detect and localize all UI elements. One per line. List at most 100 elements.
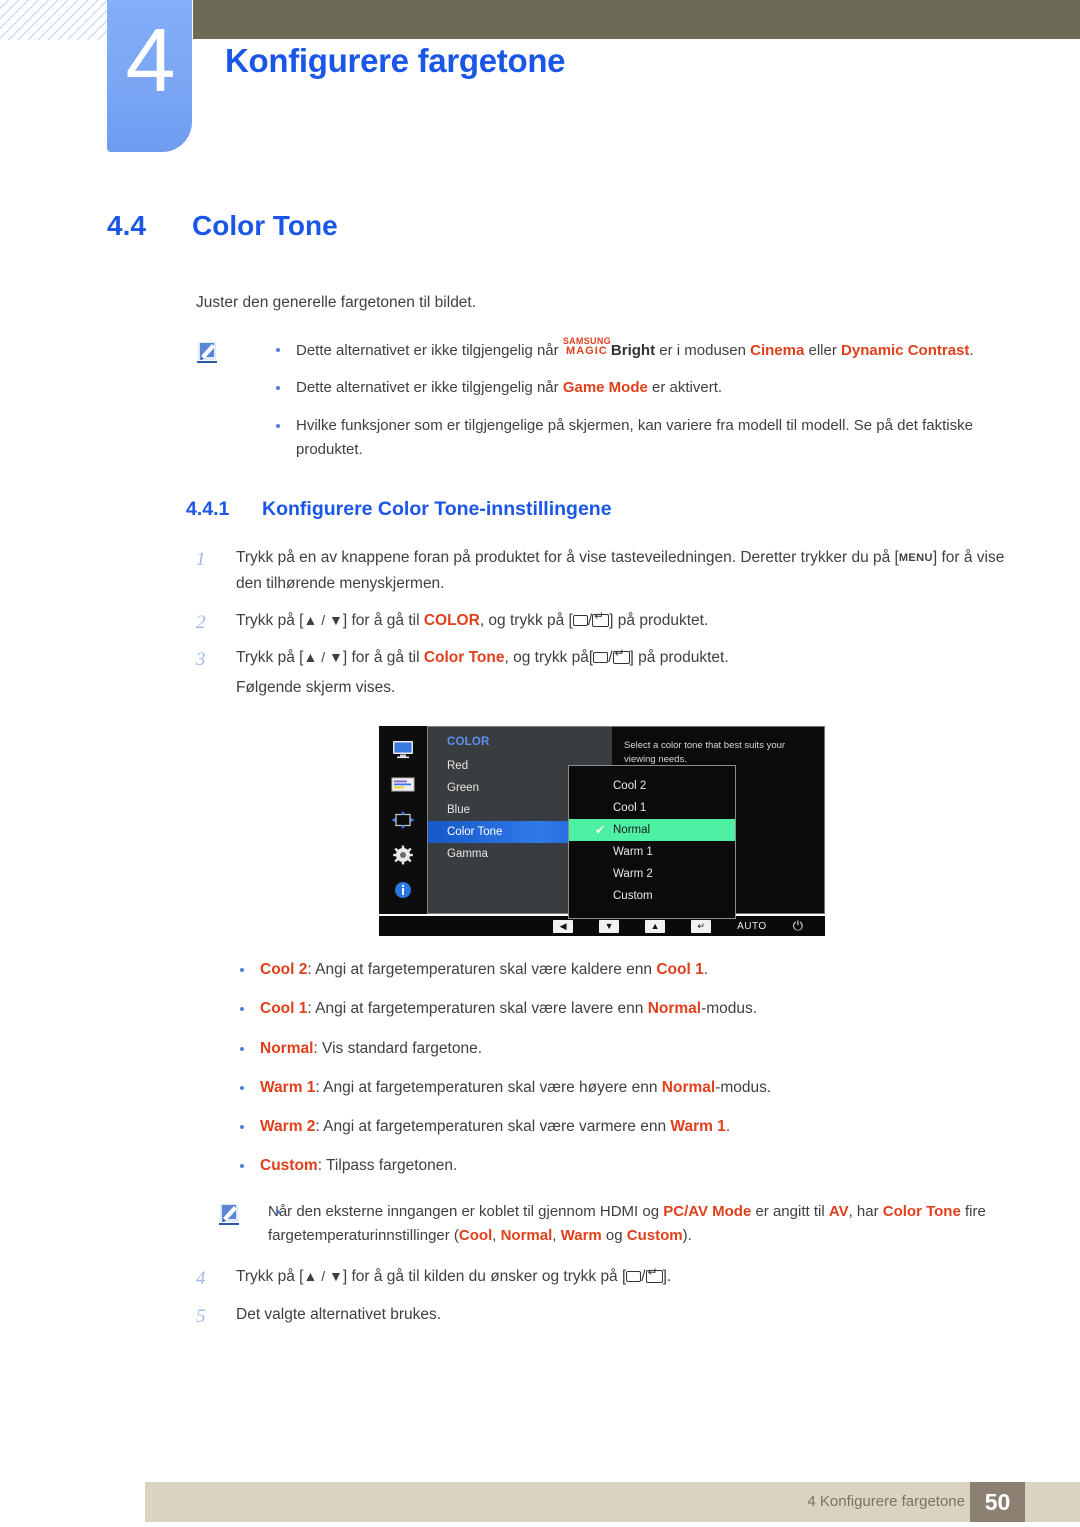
highlight-warm: Warm: [560, 1227, 602, 1245]
note-bottom-item: Når den eksterne inngangen er koblet til…: [268, 1200, 1008, 1249]
source-key-icon: [593, 652, 609, 664]
highlight-color-tone: Color Tone: [882, 1202, 961, 1220]
osd-left-button[interactable]: ◀: [553, 919, 574, 933]
chapter-tab: 4: [107, 0, 192, 152]
step-3: 3 Trykk på [▲ / ▼] for å gå til Color Ton…: [196, 645, 1008, 700]
magic-bottom: MAGIC: [566, 345, 608, 357]
step-text: ] på produktet.: [629, 649, 729, 667]
option-text: : Angi at fargetemperaturen skal være la…: [307, 1000, 648, 1018]
source-key-icon: [626, 1271, 642, 1283]
osd-down-button[interactable]: ▼: [599, 919, 620, 933]
step-text: ] for å gå til: [342, 649, 424, 667]
steps-list-bottom: 4 Trykk på [▲ / ▼] for å gå til kilden du…: [196, 1264, 1008, 1327]
gear-icon[interactable]: [390, 845, 416, 865]
option-ref: Normal: [661, 1078, 716, 1096]
step-text: Det valgte alternativet brukes.: [236, 1305, 442, 1323]
subsection-title: Konfigurere Color Tone-innstillingene: [262, 498, 612, 521]
osd-submenu-panel: Cool 2 Cool 1 Normal Warm 1 Warm 2 Custo…: [568, 765, 736, 920]
option-warm-2: Warm 2: Angi at fargetemperaturen skal v…: [218, 1115, 1008, 1138]
osd-icon-rail: [379, 726, 427, 915]
step-text: Trykk på [: [236, 612, 304, 629]
note-text: eller: [804, 342, 842, 359]
highlight-cinema: Cinema: [750, 342, 805, 359]
slash-sep: /: [608, 649, 613, 667]
osd-option-normal[interactable]: Normal: [569, 819, 735, 842]
note-text: Dette alternativet er ikke tilgjengelig …: [296, 379, 563, 397]
osd-auto-label[interactable]: AUTO: [737, 921, 767, 932]
header-olive-bar: [193, 0, 1080, 39]
note-text: Dette alternativet er ikke tilgjengelig …: [296, 342, 563, 359]
step-4: 4 Trykk på [▲ / ▼] for å gå til kilden du…: [196, 1264, 1008, 1289]
section-heading: 4.4 Color Tone: [107, 210, 1080, 242]
osd-screenshot: COLOR Red Green Blue Color Tone Gamma Co…: [379, 726, 825, 937]
note-text: er aktivert.: [647, 379, 723, 397]
osd-option-custom[interactable]: Custom: [569, 885, 735, 907]
slash-sep: /: [641, 1268, 646, 1286]
step-number: 3: [196, 649, 206, 671]
subsection-heading: 4.4.1 Konfigurere Color Tone-innstillinge…: [186, 498, 998, 521]
step-1: 1 Trykk på en av knappene foran på produk…: [196, 545, 1008, 596]
updown-arrows-icon: ▲ / ▼: [303, 649, 343, 666]
osd-main-area: COLOR Red Green Blue Color Tone Gamma Co…: [379, 726, 825, 920]
updown-arrows-icon: ▲ / ▼: [303, 612, 343, 628]
enter-key-icon: [612, 647, 630, 665]
highlight-dynamic-contrast: Dynamic Contrast: [841, 342, 970, 359]
note-bullet-2: Dette alternativet er ikke tilgjengelig …: [268, 376, 1008, 400]
note-bullet-3: Hvilke funksjoner som er tilgjengelige p…: [268, 414, 1008, 463]
option-term: Cool 1: [260, 1000, 308, 1018]
monitor-icon[interactable]: [390, 740, 416, 760]
section-number: 4.4: [107, 210, 146, 241]
option-text: .: [703, 961, 709, 979]
option-term: Custom: [260, 1157, 318, 1175]
option-ref: Normal: [647, 1000, 702, 1018]
note-bullet-1: Dette alternativet er ikke tilgjengelig …: [268, 337, 1008, 363]
step-number: 2: [196, 612, 206, 633]
option-cool-1: Cool 1: Angi at fargetemperaturen skal v…: [218, 997, 1008, 1020]
highlight-custom: Custom: [626, 1227, 683, 1245]
osd-option-cool-1[interactable]: Cool 1: [569, 797, 735, 819]
magic-bright-label: Bright: [610, 342, 656, 359]
highlight-game-mode: Game Mode: [562, 379, 648, 397]
highlight-pc-av-mode: PC/AV Mode: [663, 1202, 752, 1220]
chapter-title: Konfigurere fargetone: [225, 42, 566, 79]
option-text: : Angi at fargetemperaturen skal være hø…: [315, 1078, 662, 1096]
enter-key-icon: [592, 610, 610, 627]
option-custom: Custom: Tilpass fargetonen.: [218, 1154, 1008, 1177]
step-text: Trykk på [: [236, 649, 304, 667]
osd-up-button[interactable]: ▲: [645, 919, 666, 933]
option-text: : Tilpass fargetonen.: [317, 1157, 458, 1175]
updown-arrows-icon: ▲ / ▼: [303, 1268, 343, 1285]
content-column: Juster den generelle fargetonen til bild…: [186, 294, 1008, 1327]
osd-option-warm-2[interactable]: Warm 2: [569, 863, 735, 885]
steps-list-top: 1 Trykk på en av knappene foran på produk…: [196, 545, 1008, 700]
option-term: Warm 1: [260, 1078, 316, 1096]
step-text: ] for å gå til kilden du ønsker og trykk…: [342, 1268, 627, 1286]
page-body: 4.4 Color Tone Juster den generelle farge…: [0, 170, 1080, 1327]
step-text: Trykk på en av knappene foran på produkt…: [236, 549, 899, 567]
highlight-color-tone: Color Tone: [423, 649, 505, 667]
step-text: ] for å gå til: [342, 612, 424, 629]
page-footer: 4 Konfigurere fargetone 50: [145, 1482, 1080, 1522]
step-text: , og trykk på[: [504, 649, 594, 667]
step-text: ] på produktet.: [609, 612, 709, 629]
osd-option-cool-2[interactable]: Cool 2: [569, 775, 735, 797]
enter-key-icon: [645, 1266, 663, 1284]
color-tone-options-list: Cool 2: Angi at fargetemperaturen skal v…: [218, 958, 1008, 1178]
osd-option-warm-1[interactable]: Warm 1: [569, 841, 735, 863]
note-text: .: [969, 342, 974, 359]
info-icon[interactable]: [390, 880, 416, 900]
osd-enter-button[interactable]: ↵: [691, 919, 712, 933]
picture-settings-icon[interactable]: [390, 775, 416, 795]
power-icon[interactable]: ⏻: [793, 918, 803, 934]
note-pencil-icon: [218, 1202, 248, 1228]
step-number: 1: [196, 549, 206, 571]
note-bullet-list: Dette alternativet er ikke tilgjengelig …: [268, 337, 1008, 463]
option-text: -modus.: [715, 1078, 772, 1096]
note-block-top: Dette alternativet er ikke tilgjengelig …: [196, 337, 1008, 463]
note-bottom-list: Når den eksterne inngangen er koblet til…: [268, 1200, 1008, 1249]
step-number: 4: [196, 1268, 206, 1290]
samsung-magic-logo: SAMSUNG MAGIC: [563, 337, 611, 357]
position-arrows-icon[interactable]: [390, 810, 416, 830]
osd-menu-panel: COLOR Red Green Blue Color Tone Gamma Co…: [427, 726, 736, 920]
note-text: er i modusen: [655, 342, 751, 359]
